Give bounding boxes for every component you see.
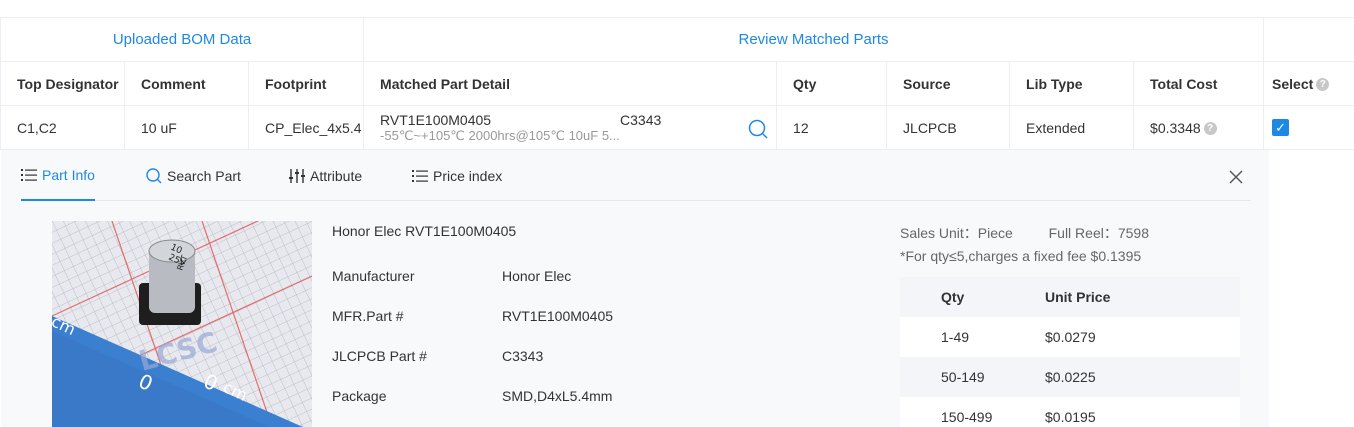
price-header-qty: Qty xyxy=(941,289,965,305)
info-label: Package xyxy=(332,388,387,404)
tab-search-part-label: Search Part xyxy=(167,167,241,184)
help-icon[interactable]: ? xyxy=(1203,122,1217,136)
info-row-manufacturer: Manufacturer Honor Elec xyxy=(332,268,571,284)
matched-description: -55℃~+105℃ 2000hrs@105℃ 10uF 5... xyxy=(380,127,620,143)
tab-part-info-label: Part Info xyxy=(42,166,95,183)
bom-table: Uploaded BOM Data Review Matched Parts T… xyxy=(0,17,1354,150)
tab-attribute[interactable]: Attribute xyxy=(289,150,362,201)
list-icon xyxy=(412,169,428,182)
col-qty[interactable]: Qty xyxy=(776,61,888,106)
price-qty: 150-499 xyxy=(941,409,993,425)
info-row-mfr-part: MFR.Part # RVT1E100M0405 xyxy=(332,308,613,324)
part-title: Honor Elec RVT1E100M0405 xyxy=(332,223,517,239)
info-value: RVT1E100M0405 xyxy=(502,308,614,324)
info-row-package: Package SMD,D4xL5.4mm xyxy=(332,388,612,404)
tab-price-index-label: Price index xyxy=(433,167,503,184)
info-value: SMD,D4xL5.4mm xyxy=(502,388,613,404)
cell-qty: 12 xyxy=(776,105,888,150)
price-row: 50-149 $0.0225 xyxy=(900,357,1240,397)
column-header-row: Top Designator Comment Footprint Matched… xyxy=(0,61,1354,106)
price-header-unit-price: Unit Price xyxy=(1045,289,1111,305)
price-qty: 1-49 xyxy=(941,329,970,345)
search-icon xyxy=(146,167,162,183)
fixed-fee-note: *For qty≤5,charges a fixed fee $0.1395 xyxy=(900,248,1142,264)
col-select[interactable]: Select? xyxy=(1263,61,1354,106)
tab-part-info[interactable]: Part Info xyxy=(21,150,95,201)
help-icon[interactable]: ? xyxy=(1316,78,1330,92)
col-lib-type[interactable]: Lib Type xyxy=(1009,61,1135,106)
tab-search-part[interactable]: Search Part xyxy=(146,150,241,201)
part-detail-panel: Part Info Search Part Attribute Price in… xyxy=(1,150,1269,427)
cell-lib-type: Extended xyxy=(1009,105,1135,150)
col-comment[interactable]: Comment xyxy=(124,61,249,106)
cell-comment: 10 uF xyxy=(124,105,249,150)
group-header-row: Uploaded BOM Data Review Matched Parts xyxy=(0,17,1354,62)
info-value: Honor Elec xyxy=(502,268,572,284)
cell-select: ✓ xyxy=(1263,105,1354,150)
group-review-matched: Review Matched Parts xyxy=(363,17,1265,62)
price-row: 150-499 $0.0195 xyxy=(900,397,1240,427)
col-total-cost[interactable]: Total Cost xyxy=(1133,61,1265,106)
tab-price-index[interactable]: Price index xyxy=(412,150,502,201)
info-row-jlcpcb-part: JLCPCB Part # C3343 xyxy=(332,348,543,364)
group-uploaded-bom: Uploaded BOM Data xyxy=(0,17,365,62)
tab-attribute-label: Attribute xyxy=(310,167,363,184)
cell-total-cost: $0.3348? xyxy=(1133,105,1265,150)
close-icon[interactable] xyxy=(1227,168,1245,186)
price-value: $0.0225 xyxy=(1045,369,1096,385)
cell-source: JLCPCB xyxy=(886,105,1011,150)
col-source[interactable]: Source xyxy=(886,61,1011,106)
search-icon[interactable] xyxy=(748,119,768,139)
table-row[interactable]: C1,C2 10 uF CP_Elec_4x5.4 RVT1E100M0405 … xyxy=(0,105,1354,150)
price-qty: 50-149 xyxy=(941,369,985,385)
price-value: $0.0195 xyxy=(1045,409,1096,425)
col-matched-part-detail[interactable]: Matched Part Detail xyxy=(363,61,778,106)
select-checkbox[interactable]: ✓ xyxy=(1272,119,1290,136)
info-label: MFR.Part # xyxy=(332,308,404,324)
col-select-label: Select xyxy=(1272,75,1314,92)
sales-info: Sales Unit：Piece Full Reel：7598 xyxy=(900,223,1149,243)
sliders-icon xyxy=(289,168,305,183)
info-label: Manufacturer xyxy=(332,268,415,284)
list-icon xyxy=(21,168,37,181)
price-value: $0.0279 xyxy=(1045,329,1096,345)
cell-designator: C1,C2 xyxy=(0,105,125,150)
cell-footprint: CP_Elec_4x5.4 xyxy=(247,105,365,150)
col-footprint[interactable]: Footprint xyxy=(247,61,365,106)
price-table: Qty Unit Price 1-49 $0.0279 50-149 $0.02… xyxy=(900,277,1240,427)
matched-lcsc-part: C3343 xyxy=(620,111,662,128)
sales-unit: Sales Unit：Piece xyxy=(900,225,1013,241)
info-value: C3343 xyxy=(502,348,544,364)
matched-mfr-part: RVT1E100M0405 xyxy=(380,111,492,128)
total-cost-value: $0.3348 xyxy=(1150,119,1201,136)
col-top-designator[interactable]: Top Designator xyxy=(0,61,125,106)
price-row: 1-49 $0.0279 xyxy=(900,317,1240,357)
full-reel: Full Reel：7598 xyxy=(1048,225,1149,241)
product-image: 10 25V RVT LCSC cm 0 0 cm xyxy=(52,221,312,427)
group-empty xyxy=(1263,17,1354,62)
detail-tabs: Part Info Search Part Attribute Price in… xyxy=(21,150,1251,201)
cell-matched-part[interactable]: RVT1E100M0405 C3343 -55℃~+105℃ 2000hrs@1… xyxy=(363,105,778,150)
info-label: JLCPCB Part # xyxy=(332,348,427,364)
price-header-row: Qty Unit Price xyxy=(900,277,1240,317)
